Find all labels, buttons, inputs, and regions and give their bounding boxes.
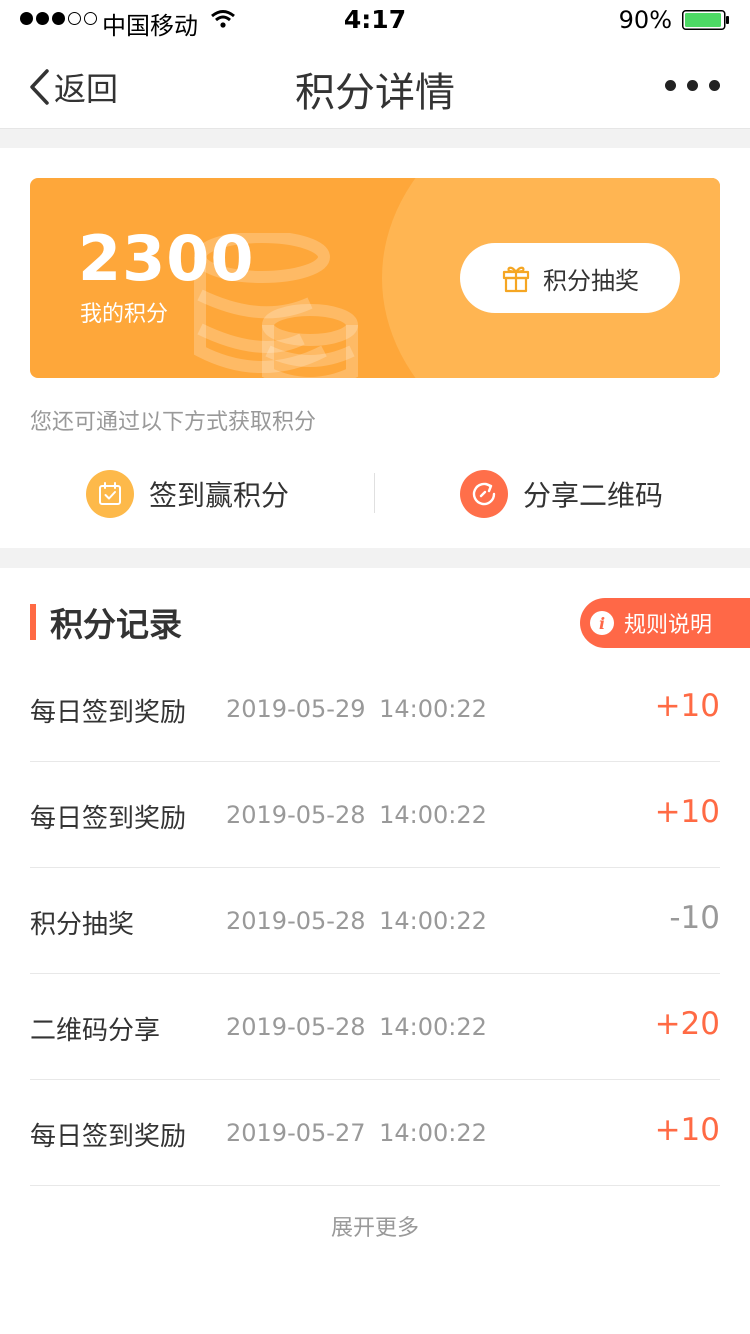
- records-title: 积分记录: [50, 605, 182, 644]
- info-icon: i: [590, 611, 614, 635]
- record-time: 2019-05-28 14:00:22: [226, 1013, 487, 1041]
- share-qrcode-button[interactable]: 分享二维码: [460, 470, 663, 518]
- list-item: 二维码分享 2019-05-28 14:00:22 +20: [30, 974, 720, 1080]
- records-header: 积分记录: [30, 598, 182, 646]
- status-bar: 中国移动 4:17 90%: [0, 0, 750, 40]
- record-name: 积分抽奖: [30, 910, 135, 940]
- list-item: 每日签到奖励 2019-05-28 14:00:22 +10: [30, 762, 720, 868]
- record-points: -10: [669, 900, 720, 936]
- record-points: +10: [654, 794, 720, 830]
- page-title: 积分详情: [295, 70, 455, 116]
- rules-button-label: 规则说明: [624, 613, 713, 638]
- list-item: 积分抽奖 2019-05-28 14:00:22 -10: [30, 868, 720, 974]
- lottery-button-label: 积分抽奖: [543, 266, 639, 295]
- lottery-button[interactable]: 积分抽奖: [460, 243, 680, 313]
- rules-button[interactable]: i 规则说明: [580, 598, 750, 648]
- list-item: 每日签到奖励 2019-05-27 14:00:22 +10: [30, 1080, 720, 1186]
- vertical-divider: [374, 473, 375, 513]
- points-label: 我的积分: [80, 302, 169, 327]
- battery-icon: [682, 10, 729, 30]
- record-points: +10: [654, 688, 720, 724]
- section-divider: [0, 129, 750, 148]
- record-points: +20: [654, 1006, 720, 1042]
- section-divider: [0, 548, 750, 568]
- list-item: 每日签到奖励 2019-05-29 14:00:22 +10: [30, 656, 720, 762]
- gift-icon: [502, 266, 530, 293]
- more-dot-icon: [687, 80, 698, 91]
- share-refresh-icon: [460, 470, 508, 518]
- signin-earn-button[interactable]: 签到赢积分: [86, 470, 289, 518]
- title-accent-bar: [30, 604, 36, 640]
- points-value: 2300: [78, 222, 255, 295]
- records-list: 每日签到奖励 2019-05-29 14:00:22 +10 每日签到奖励 20…: [30, 656, 720, 1186]
- record-name: 每日签到奖励: [30, 698, 187, 728]
- record-time: 2019-05-28 14:00:22: [226, 907, 487, 935]
- more-dot-icon: [665, 80, 676, 91]
- signin-earn-label: 签到赢积分: [149, 479, 290, 512]
- earn-ways: 签到赢积分 分享二维码: [0, 458, 750, 528]
- expand-more-link[interactable]: 展开更多: [0, 1210, 750, 1242]
- earn-hint-text: 您还可通过以下方式获取积分: [30, 410, 317, 435]
- record-points: +10: [654, 1112, 720, 1148]
- nav-bar: 返回 积分详情: [0, 40, 750, 129]
- more-dot-icon: [709, 80, 720, 91]
- calendar-check-icon: [86, 470, 134, 518]
- record-name: 每日签到奖励: [30, 804, 187, 834]
- record-time: 2019-05-28 14:00:22: [226, 801, 487, 829]
- record-name: 二维码分享: [30, 1016, 161, 1046]
- record-time: 2019-05-29 14:00:22: [226, 695, 487, 723]
- record-name: 每日签到奖励: [30, 1122, 187, 1152]
- record-time: 2019-05-27 14:00:22: [226, 1119, 487, 1147]
- share-qrcode-label: 分享二维码: [523, 479, 664, 512]
- points-card: 2300 我的积分 积分抽奖: [30, 178, 720, 378]
- more-menu-button[interactable]: [665, 80, 720, 91]
- battery-percent: 90%: [618, 6, 672, 34]
